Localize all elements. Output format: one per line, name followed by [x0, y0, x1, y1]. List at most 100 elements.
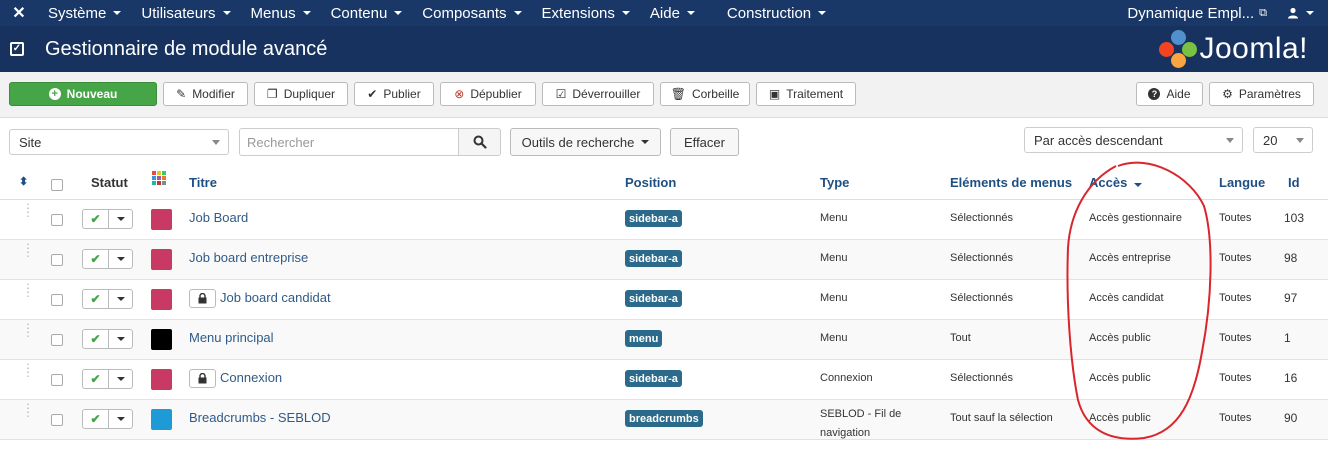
menu-menus[interactable]: Menus: [241, 0, 321, 26]
row-checkbox[interactable]: [51, 254, 63, 266]
menu-contenu[interactable]: Contenu: [321, 0, 413, 26]
status-toggle[interactable]: ✔: [82, 409, 133, 429]
limit-select[interactable]: 20: [1253, 127, 1313, 153]
module-title-link[interactable]: Connexion: [220, 370, 282, 385]
col-access[interactable]: Accès: [1089, 175, 1143, 190]
color-swatch: [151, 249, 172, 270]
position-badge[interactable]: sidebar-a: [625, 210, 682, 227]
plus-icon: +: [48, 88, 61, 100]
published-check-icon[interactable]: ✔: [82, 289, 109, 309]
new-button[interactable]: + Nouveau: [9, 82, 157, 106]
status-dropdown[interactable]: [109, 329, 133, 349]
menu-systeme[interactable]: Système: [38, 0, 131, 26]
site-link[interactable]: Dynamique Empl... ⧉: [1117, 0, 1277, 26]
client-select[interactable]: Site: [9, 129, 229, 155]
menu-aide[interactable]: Aide: [640, 0, 705, 26]
search-button[interactable]: [458, 128, 501, 156]
chevron-down-icon: [116, 377, 125, 381]
help-button[interactable]: ? Aide: [1136, 82, 1203, 106]
col-color-grid-icon[interactable]: [152, 171, 166, 188]
position-badge[interactable]: sidebar-a: [625, 370, 682, 387]
search-input[interactable]: [239, 128, 459, 156]
row-checkbox[interactable]: [51, 414, 63, 426]
menu-composants[interactable]: Composants: [412, 0, 531, 26]
position-badge[interactable]: sidebar-a: [625, 290, 682, 307]
module-title-link[interactable]: Menu principal: [189, 330, 274, 345]
access-level: Accès public: [1089, 332, 1151, 344]
status-toggle[interactable]: ✔: [82, 249, 133, 269]
checkin-icon: ☑: [555, 87, 567, 101]
published-check-icon[interactable]: ✔: [82, 249, 109, 269]
page-header: ✓ Gestionnaire de module avancé Joomla!: [0, 26, 1328, 72]
language: Toutes: [1219, 212, 1252, 224]
col-id[interactable]: Id: [1288, 175, 1300, 190]
options-button[interactable]: ⚙ Paramètres: [1209, 82, 1314, 106]
duplicate-button[interactable]: ❐ Dupliquer: [254, 82, 348, 106]
unpublish-button[interactable]: ⊗ Dépublier: [440, 82, 536, 106]
drag-handle-icon[interactable]: ⋮ ⋮: [22, 242, 34, 258]
search-tools-button[interactable]: Outils de recherche: [510, 128, 661, 156]
menu-utilisateurs[interactable]: Utilisateurs: [131, 0, 240, 26]
col-status[interactable]: Statut: [91, 175, 128, 190]
published-check-icon[interactable]: ✔: [82, 409, 109, 429]
module-id: 16: [1284, 371, 1298, 385]
batch-button[interactable]: ▣ Traitement: [756, 82, 856, 106]
unlock-button[interactable]: ☑ Déverrouiller: [542, 82, 654, 106]
menu-extensions[interactable]: Extensions: [532, 0, 640, 26]
row-checkbox[interactable]: [51, 214, 63, 226]
status-toggle[interactable]: ✔: [82, 289, 133, 309]
status-toggle[interactable]: ✔: [82, 329, 133, 349]
checked-out-lock-button[interactable]: [189, 289, 216, 308]
checked-out-lock-button[interactable]: [189, 369, 216, 388]
col-title[interactable]: Titre: [189, 175, 217, 190]
checkbox-square-icon: ✓: [10, 42, 24, 56]
chevron-down-icon: [513, 11, 522, 15]
status-toggle[interactable]: ✔: [82, 369, 133, 389]
status-dropdown[interactable]: [109, 409, 133, 429]
drag-handle-icon[interactable]: ⋮ ⋮: [22, 402, 34, 418]
col-type[interactable]: Type: [820, 175, 849, 190]
position-badge[interactable]: sidebar-a: [625, 250, 682, 267]
module-id: 103: [1284, 211, 1305, 225]
row-checkbox[interactable]: [51, 294, 63, 306]
col-position[interactable]: Position: [625, 175, 676, 190]
module-title-link[interactable]: Job board candidat: [220, 290, 331, 305]
published-check-icon[interactable]: ✔: [82, 209, 109, 229]
status-dropdown[interactable]: [109, 289, 133, 309]
status-dropdown[interactable]: [109, 369, 133, 389]
edit-button[interactable]: ✎ Modifier: [163, 82, 248, 106]
check-all-checkbox[interactable]: [51, 179, 63, 191]
chevron-down-icon: [394, 11, 403, 15]
module-type: Menu: [820, 292, 848, 304]
trash-button[interactable]: 🗑 Corbeille: [660, 82, 750, 106]
published-check-icon[interactable]: ✔: [82, 369, 109, 389]
user-menu[interactable]: [1277, 0, 1328, 26]
row-checkbox[interactable]: [51, 334, 63, 346]
brand-name: Joomla!: [1199, 32, 1308, 65]
toolbar: + Nouveau ✎ Modifier ❐ Dupliquer ✔ Publier ⊗…: [0, 72, 1328, 118]
module-title-link[interactable]: Job Board: [189, 210, 248, 225]
lock-icon: [198, 293, 207, 304]
drag-handle-icon[interactable]: ⋮ ⋮: [22, 362, 34, 378]
drag-handle-icon[interactable]: ⋮ ⋮: [22, 202, 34, 218]
status-toggle[interactable]: ✔: [82, 209, 133, 229]
col-menus[interactable]: Eléments de menus: [950, 175, 1072, 190]
position-badge[interactable]: menu: [625, 330, 663, 347]
publish-button[interactable]: ✔ Publier: [354, 82, 434, 106]
language: Toutes: [1219, 372, 1252, 384]
menu-construction[interactable]: Construction: [717, 0, 836, 26]
published-check-icon[interactable]: ✔: [82, 329, 109, 349]
sort-ordering-icon[interactable]: ⬍: [19, 175, 28, 188]
module-title-link[interactable]: Job board entreprise: [189, 250, 308, 265]
ordering-select[interactable]: Par accès descendant: [1024, 127, 1243, 153]
clear-button[interactable]: Effacer: [670, 128, 739, 156]
row-checkbox[interactable]: [51, 374, 63, 386]
joomla-logo-icon[interactable]: ✕: [0, 0, 38, 26]
col-language[interactable]: Langue: [1219, 175, 1265, 190]
drag-handle-icon[interactable]: ⋮ ⋮: [22, 322, 34, 338]
position-badge[interactable]: breadcrumbs: [625, 410, 703, 427]
status-dropdown[interactable]: [109, 249, 133, 269]
status-dropdown[interactable]: [109, 209, 133, 229]
drag-handle-icon[interactable]: ⋮ ⋮: [22, 282, 34, 298]
module-title-link[interactable]: Breadcrumbs - SEBLOD: [189, 410, 331, 425]
